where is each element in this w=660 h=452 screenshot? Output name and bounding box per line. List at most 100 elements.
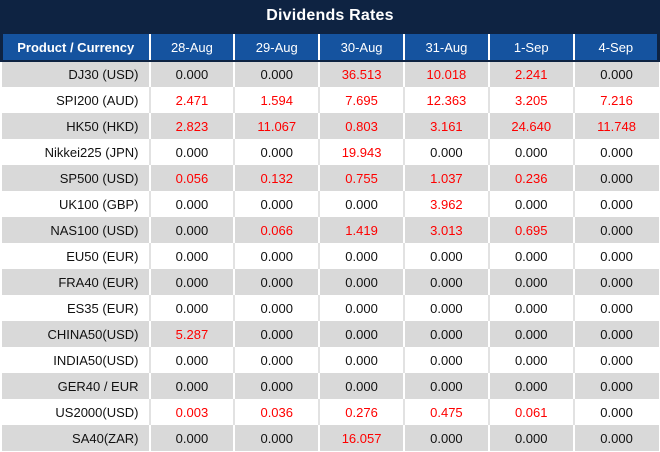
dividend-value-cell: 36.513 <box>318 61 404 87</box>
product-cell: SA40(ZAR) <box>1 425 150 451</box>
dividend-value-cell: 0.695 <box>487 217 574 243</box>
dividend-value-cell: 0.000 <box>572 191 659 217</box>
product-cell: Nikkei225 (JPN) <box>1 139 150 165</box>
product-cell: HK50 (HKD) <box>1 113 150 139</box>
dividend-value-cell: 1.037 <box>402 165 489 191</box>
dividend-value-cell: 0.000 <box>572 269 659 295</box>
dividend-value-cell: 0.755 <box>318 165 404 191</box>
dividend-value-cell: 2.471 <box>148 87 235 113</box>
dividend-value-cell: 0.000 <box>148 347 235 373</box>
table-row: HK50 (HKD) 2.823 11.067 0.803 3.161 24.640 11.… <box>1 113 659 139</box>
dividend-value-cell: 0.000 <box>487 191 574 217</box>
dividend-value-cell: 0.000 <box>233 269 320 295</box>
dividend-value-cell: 3.161 <box>402 113 489 139</box>
product-cell: ES35 (EUR) <box>1 295 150 321</box>
dividend-value-cell: 0.000 <box>318 321 404 347</box>
table-row: EU50 (EUR) 0.000 0.000 0.000 0.000 0.000 0.000 <box>1 243 659 269</box>
dividend-value-cell: 0.000 <box>487 269 574 295</box>
dividend-value-cell: 0.000 <box>233 139 320 165</box>
dividend-value-cell: 0.000 <box>402 425 489 451</box>
dividend-value-cell: 0.803 <box>318 113 404 139</box>
dividend-value-cell: 0.000 <box>572 165 659 191</box>
product-cell: INDIA50(USD) <box>1 347 150 373</box>
dividend-value-cell: 0.000 <box>148 425 235 451</box>
dividend-value-cell: 0.000 <box>318 295 404 321</box>
dividend-value-cell: 0.000 <box>487 373 574 399</box>
table-row: SP500 (USD) 0.056 0.132 0.755 1.037 0.236 0.00… <box>1 165 659 191</box>
column-header-date: 29-Aug <box>233 32 320 62</box>
dividend-value-cell: 0.000 <box>402 347 489 373</box>
dividend-value-cell: 0.000 <box>148 243 235 269</box>
product-cell: CHINA50(USD) <box>1 321 150 347</box>
table-header: Product / Currency 28-Aug 29-Aug 30-Aug … <box>0 32 660 62</box>
column-header-date: 4-Sep <box>572 32 660 62</box>
dividend-value-cell: 3.013 <box>402 217 489 243</box>
dividend-value-cell: 0.475 <box>402 399 489 425</box>
dividend-value-cell: 7.695 <box>318 87 404 113</box>
dividend-value-cell: 11.748 <box>572 113 659 139</box>
dividend-value-cell: 0.000 <box>233 321 320 347</box>
dividend-value-cell: 0.000 <box>148 373 235 399</box>
product-cell: US2000(USD) <box>1 399 150 425</box>
dividend-value-cell: 0.000 <box>318 269 404 295</box>
dividend-value-cell: 0.000 <box>487 321 574 347</box>
column-header-date: 1-Sep <box>487 32 574 62</box>
table-row: SPI200 (AUD) 2.471 1.594 7.695 12.363 3.205 7.… <box>1 87 659 113</box>
dividend-value-cell: 0.000 <box>233 373 320 399</box>
dividend-value-cell: 0.000 <box>318 347 404 373</box>
table-row: DJ30 (USD) 0.000 0.000 36.513 10.018 2.241 0.0… <box>1 61 659 87</box>
dividend-value-cell: 12.363 <box>402 87 489 113</box>
dividends-table: Product / Currency 28-Aug 29-Aug 30-Aug … <box>0 32 660 451</box>
dividend-value-cell: 0.000 <box>233 243 320 269</box>
dividend-value-cell: 0.000 <box>402 243 489 269</box>
dividend-value-cell: 0.000 <box>572 425 659 451</box>
table-row: UK100 (GBP) 0.000 0.000 0.000 3.962 0.000 0.00… <box>1 191 659 217</box>
dividend-value-cell: 0.000 <box>487 295 574 321</box>
dividend-value-cell: 0.000 <box>572 321 659 347</box>
dividend-value-cell: 0.000 <box>487 243 574 269</box>
dividend-value-cell: 0.000 <box>148 139 235 165</box>
column-header-date: 30-Aug <box>318 32 404 62</box>
dividend-value-cell: 10.018 <box>402 61 489 87</box>
table-row: FRA40 (EUR) 0.000 0.000 0.000 0.000 0.000 0.00… <box>1 269 659 295</box>
dividend-value-cell: 0.000 <box>402 373 489 399</box>
dividend-value-cell: 0.000 <box>148 191 235 217</box>
dividend-value-cell: 0.000 <box>233 347 320 373</box>
column-header-date: 28-Aug <box>148 32 235 62</box>
dividend-value-cell: 5.287 <box>148 321 235 347</box>
column-header-date: 31-Aug <box>402 32 489 62</box>
dividend-value-cell: 0.000 <box>572 399 659 425</box>
dividend-value-cell: 0.000 <box>148 295 235 321</box>
dividend-value-cell: 0.000 <box>487 139 574 165</box>
product-cell: FRA40 (EUR) <box>1 269 150 295</box>
dividend-value-cell: 0.000 <box>148 217 235 243</box>
dividend-value-cell: 0.000 <box>572 347 659 373</box>
dividend-value-cell: 0.276 <box>318 399 404 425</box>
table-row: GER40 / EUR 0.000 0.000 0.000 0.000 0.000 0.00… <box>1 373 659 399</box>
dividend-value-cell: 0.036 <box>233 399 320 425</box>
header-row: Product / Currency 28-Aug 29-Aug 30-Aug … <box>0 32 660 62</box>
dividend-value-cell: 2.823 <box>148 113 235 139</box>
dividend-value-cell: 0.000 <box>148 61 235 87</box>
dividend-value-cell: 0.066 <box>233 217 320 243</box>
dividend-value-cell: 0.000 <box>572 217 659 243</box>
dividend-value-cell: 0.000 <box>402 269 489 295</box>
product-cell: EU50 (EUR) <box>1 243 150 269</box>
dividend-value-cell: 0.000 <box>233 61 320 87</box>
table-row: Nikkei225 (JPN) 0.000 0.000 19.943 0.000 0.00… <box>1 139 659 165</box>
dividend-value-cell: 3.205 <box>487 87 574 113</box>
table-row: ES35 (EUR) 0.000 0.000 0.000 0.000 0.000 0.000 <box>1 295 659 321</box>
dividends-rates-panel: Dividends Rates Product / Currency 28-Au… <box>0 0 660 451</box>
dividend-value-cell: 3.962 <box>402 191 489 217</box>
table-row: US2000(USD) 0.003 0.036 0.276 0.475 0.061 0.00… <box>1 399 659 425</box>
dividend-value-cell: 0.000 <box>233 191 320 217</box>
dividend-value-cell: 0.061 <box>487 399 574 425</box>
dividend-value-cell: 0.000 <box>318 373 404 399</box>
dividend-value-cell: 19.943 <box>318 139 404 165</box>
dividend-value-cell: 0.000 <box>487 347 574 373</box>
dividend-value-cell: 0.000 <box>402 295 489 321</box>
product-cell: NAS100 (USD) <box>1 217 150 243</box>
dividend-value-cell: 0.236 <box>487 165 574 191</box>
table-row: INDIA50(USD) 0.000 0.000 0.000 0.000 0.000 0.0… <box>1 347 659 373</box>
dividend-value-cell: 24.640 <box>487 113 574 139</box>
